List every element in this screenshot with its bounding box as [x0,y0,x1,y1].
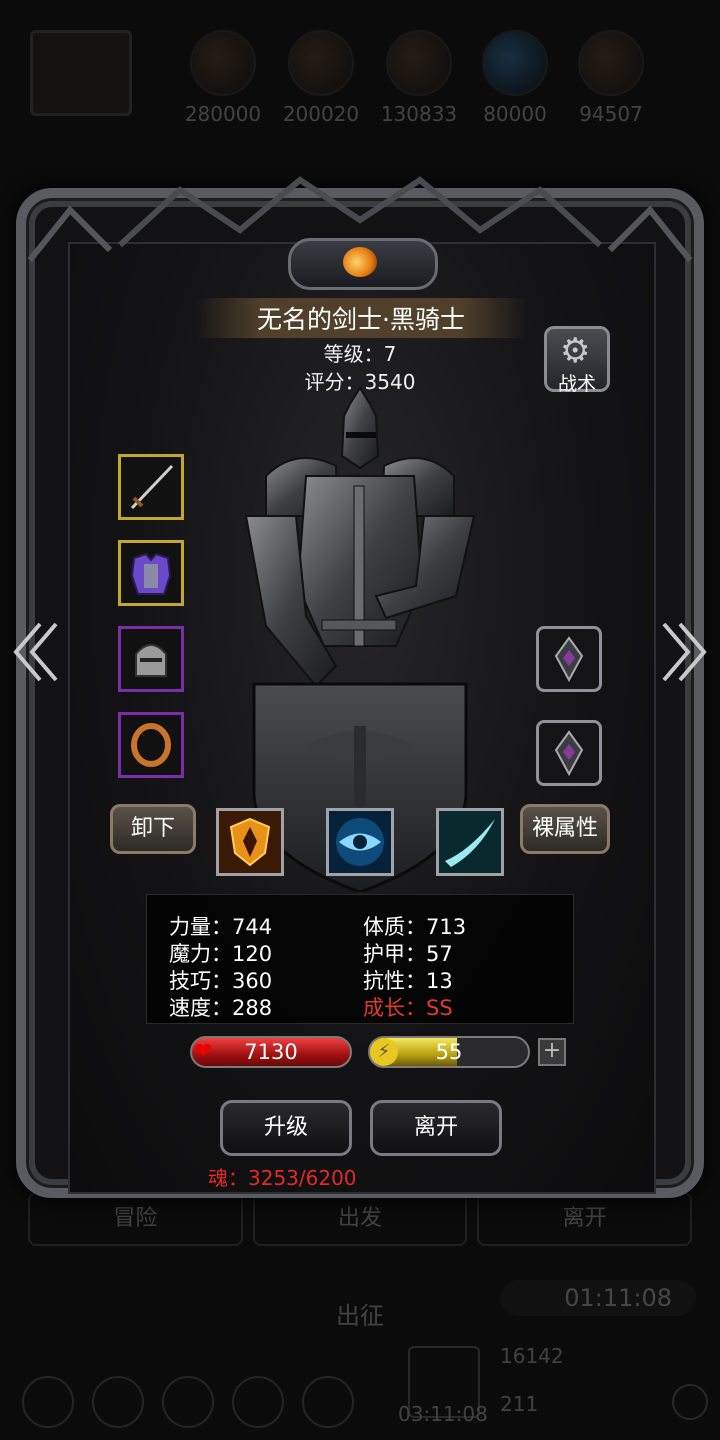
add-energy-button[interactable]: + [538,1038,566,1066]
stats-panel: 力量：744 体质：713 魔力：120 护甲：57 技巧：360 抗性：13 … [146,894,574,1024]
upgrade-button[interactable]: 升级 [220,1100,352,1156]
hp-bar: 7130 [190,1036,352,1068]
stat-armor: 护甲：57 [363,942,453,966]
slash-skill-icon [439,811,501,873]
tab-leave: 离开 [477,1192,693,1246]
hp-value: 7130 [244,1040,298,1064]
resource-b: 211 [500,1392,539,1416]
menu-icon [92,1376,144,1428]
timer-top: 01:11:08 [500,1280,696,1316]
player-portrait [30,30,132,116]
gem-icon [554,636,584,683]
ring-slot[interactable] [118,712,184,778]
helmet-icon [135,644,167,677]
naked-attributes-button[interactable]: 裸属性 [520,804,610,854]
weapon-slot[interactable] [118,454,184,520]
ring-icon [131,723,171,767]
tactics-label: 战术 [557,373,596,395]
gem-slot-1[interactable] [536,626,602,692]
resource-crystal: 80000 [470,30,560,126]
unequip-button[interactable]: 卸下 [110,804,196,854]
resource-value: 94507 [579,102,643,126]
tab-adventure: 冒险 [28,1192,243,1246]
stat-growth: 成长：SS [363,996,453,1020]
iron-resource-icon [578,30,644,96]
gem-icon [554,730,584,777]
background-tabs: 冒险 出发 离开 [28,1192,693,1246]
resource-iron: 94507 [566,30,656,126]
heart-icon: ❤ [194,1039,213,1064]
menu-icon [232,1376,284,1428]
wood-resource-icon [288,30,354,96]
moon-emblem [288,238,438,290]
skill-slot-3[interactable] [436,808,504,876]
tab-depart: 出发 [252,1192,468,1246]
helmet-slot[interactable] [118,626,184,692]
resource-a: 16142 [500,1344,564,1368]
prev-hero-arrow-icon[interactable] [10,620,62,684]
hero-name: 无名的剑士·黑骑士 [257,305,465,334]
crystal-resource-icon [482,30,548,96]
stone-resource-icon [386,30,452,96]
next-hero-arrow-icon[interactable] [658,620,710,684]
resource-value: 280000 [184,102,262,126]
armor-icon [130,552,172,595]
soul-counter: 魂：3253/6200 [208,1166,357,1190]
bottom-icons [22,1376,354,1428]
eye-skill-icon [329,811,391,873]
skill-slot-1[interactable] [216,808,284,876]
menu-icon [22,1376,74,1428]
plus-icon [672,1384,708,1420]
skill-slot-2[interactable] [326,808,394,876]
menu-icon [162,1376,214,1428]
gem-slot-2[interactable] [536,720,602,786]
lightning-icon: ⚡ [370,1038,398,1066]
menu-icon [302,1376,354,1428]
hero-level: 等级：7 [323,342,397,366]
resource-value: 80000 [483,102,547,126]
tactics-button[interactable]: ⚙ 战术 [544,326,610,395]
shield-fire-skill-icon [219,811,281,873]
armor-slot[interactable] [118,540,184,606]
meat-resource-icon [190,30,256,96]
stat-constitution: 体质：713 [363,915,467,939]
timer-bottom: 03:11:08 [398,1402,488,1426]
leave-button[interactable]: 离开 [370,1100,502,1156]
stat-resist: 抗性：13 [363,969,453,993]
resource-value: 130833 [380,102,458,126]
resource-wood: 200020 [276,30,366,126]
resource-meat: 280000 [178,30,268,126]
resource-stone: 130833 [374,30,464,126]
sword-icon [130,464,174,510]
stat-skill: 技巧：360 [169,969,273,993]
stat-strength: 力量：744 [169,915,273,939]
resource-value: 200020 [282,102,360,126]
stat-magic: 魔力：120 [169,942,273,966]
gear-icon: ⚙ [560,331,591,371]
stat-speed: 速度：288 [169,996,273,1020]
moon-icon [343,247,377,277]
sortie-label: 出征 [336,1302,384,1330]
